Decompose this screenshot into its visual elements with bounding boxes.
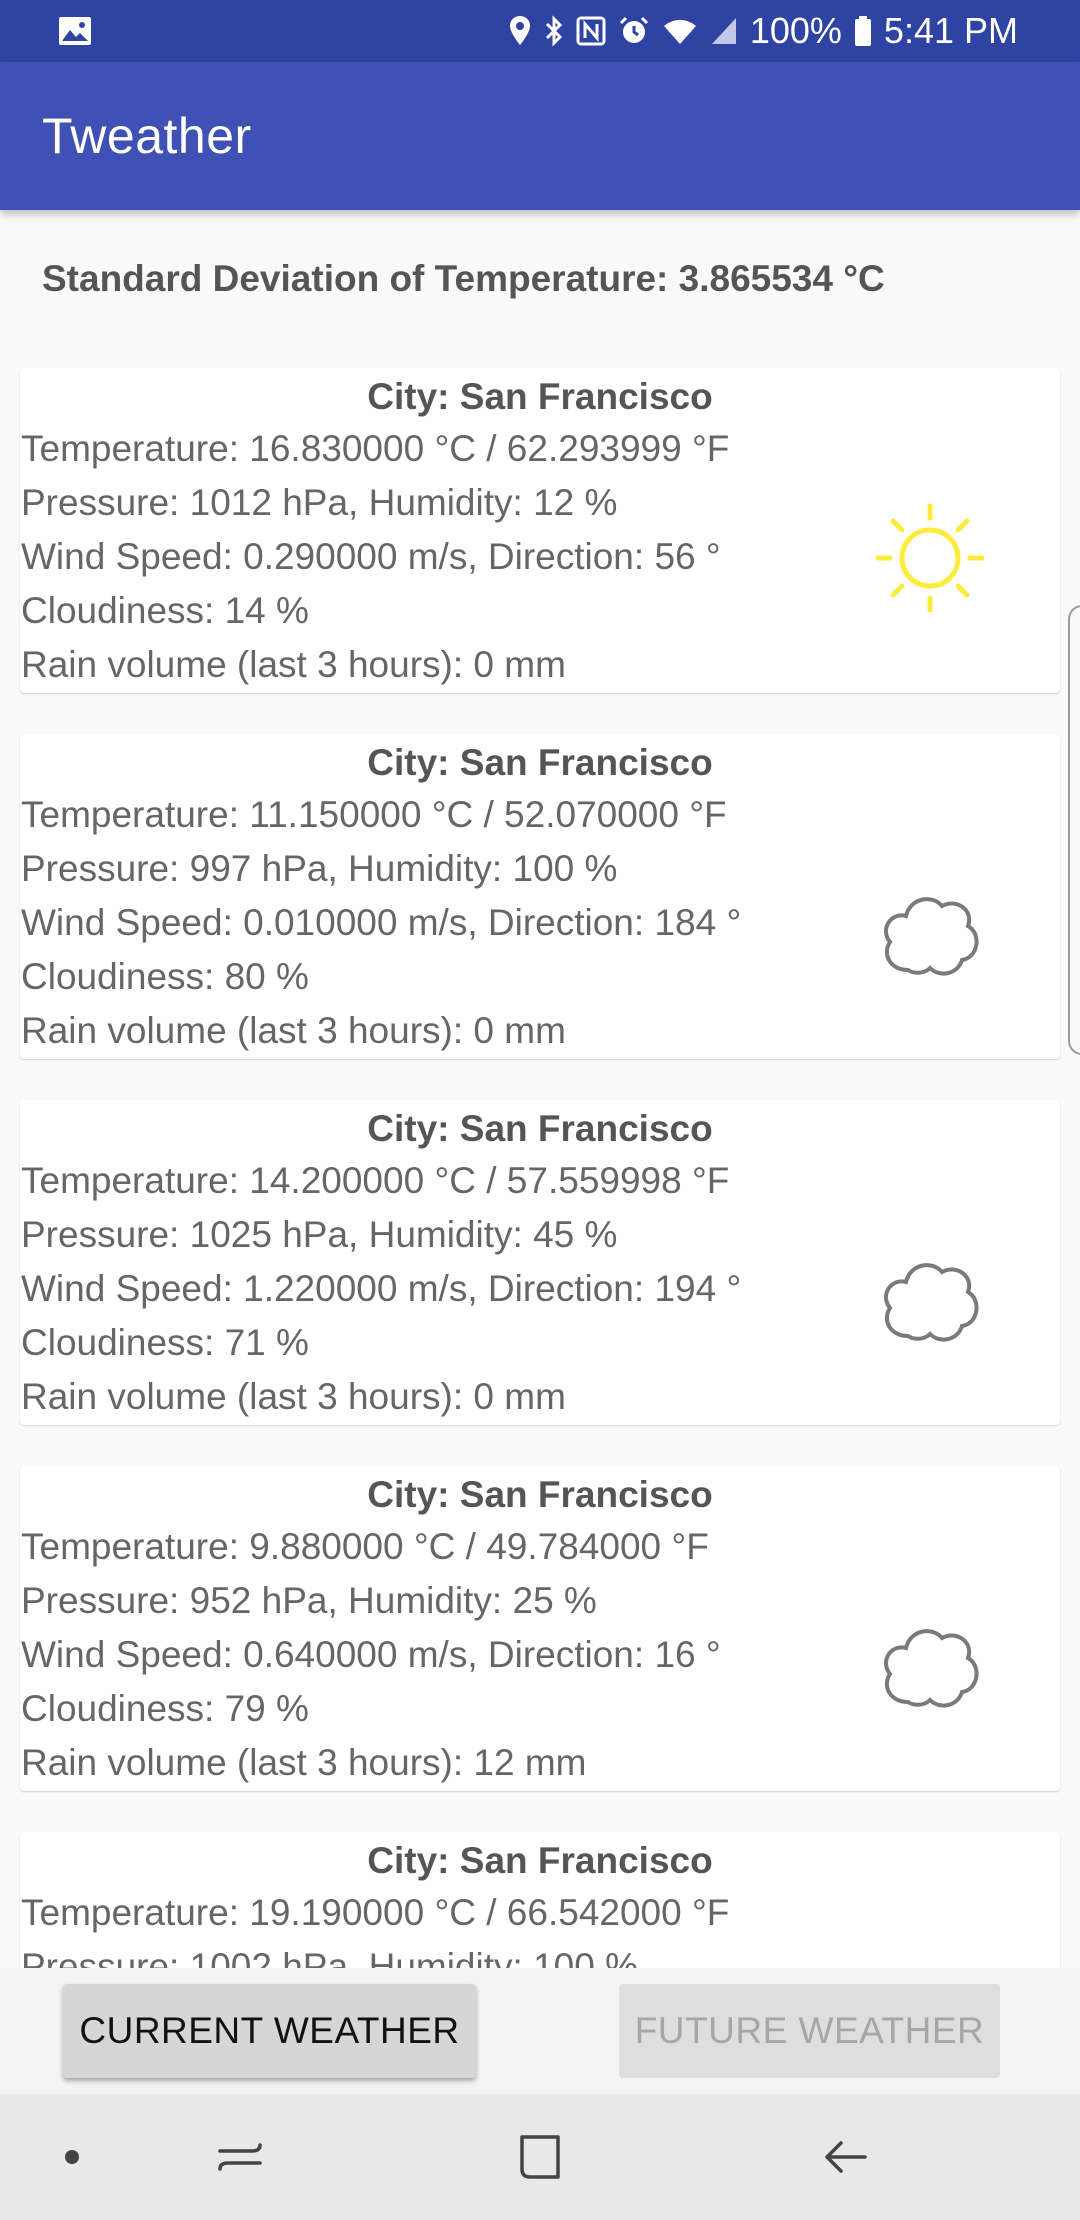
wind-label: Wind Speed: 1.220000 m/s, Direction: 194…: [21, 1268, 742, 1309]
forecast-card: City: San Francisco Temperature: 19.1900…: [20, 1832, 1060, 1968]
city-label: City: San Francisco: [367, 1840, 713, 1881]
rain-label: Rain volume (last 3 hours): 0 mm: [21, 1376, 566, 1417]
temperature-label: Temperature: 14.200000 °C / 57.559998 °F: [21, 1160, 730, 1201]
app-title: Tweather: [42, 108, 252, 164]
wifi-icon: [662, 16, 698, 46]
city-label: City: San Francisco: [367, 1108, 713, 1149]
city-label: City: San Francisco: [367, 376, 713, 417]
pressure-humidity-label: Pressure: 1002 hPa, Humidity: 100 %: [21, 1946, 638, 1968]
back-icon[interactable]: [815, 2127, 875, 2187]
temperature-label: Temperature: 9.880000 °C / 49.784000 °F: [21, 1526, 709, 1567]
temperature-label: Temperature: 16.830000 °C / 62.293999 °F: [21, 428, 730, 469]
cloud-icon: [870, 1606, 990, 1726]
pressure-humidity-label: Pressure: 1025 hPa, Humidity: 45 %: [21, 1214, 618, 1255]
recents-icon[interactable]: [210, 2127, 270, 2187]
forecast-list[interactable]: Standard Deviation of Temperature: 3.865…: [0, 210, 1080, 1968]
rain-label: Rain volume (last 3 hours): 0 mm: [21, 1010, 566, 1051]
pressure-humidity-label: Pressure: 952 hPa, Humidity: 25 %: [21, 1580, 597, 1621]
image-icon: [58, 16, 92, 46]
location-icon: [508, 15, 532, 47]
navigation-bar: [0, 2094, 1080, 2220]
rain-label: Rain volume (last 3 hours): 0 mm: [21, 644, 566, 685]
bluetooth-icon: [544, 15, 564, 47]
city-label: City: San Francisco: [367, 742, 713, 783]
nfc-icon: [576, 16, 606, 46]
forecast-card: City: San Francisco Temperature: 14.2000…: [20, 1100, 1060, 1425]
rain-label: Rain volume (last 3 hours): 12 mm: [21, 1742, 587, 1783]
temperature-label: Temperature: 19.190000 °C / 66.542000 °F: [21, 1892, 730, 1933]
status-bar: 100% 5:41 PM: [0, 0, 1080, 62]
scrollbar[interactable]: [1068, 605, 1080, 1055]
dot-icon[interactable]: [52, 2137, 92, 2177]
future-weather-button[interactable]: FUTURE WEATHER: [619, 1984, 1000, 2078]
home-icon[interactable]: [510, 2127, 570, 2187]
forecast-card: City: San Francisco Temperature: 11.1500…: [20, 734, 1060, 1059]
cloudiness-label: Cloudiness: 79 %: [21, 1688, 309, 1729]
pressure-humidity-label: Pressure: 997 hPa, Humidity: 100 %: [21, 848, 618, 889]
cloud-icon: [870, 874, 990, 994]
cloud-icon: [870, 1240, 990, 1360]
wind-label: Wind Speed: 0.290000 m/s, Direction: 56 …: [21, 536, 721, 577]
std-dev-label: Standard Deviation of Temperature: 3.865…: [42, 258, 885, 299]
city-label: City: San Francisco: [367, 1474, 713, 1515]
forecast-card: City: San Francisco Temperature: 16.8300…: [20, 368, 1060, 693]
battery-percent: 100%: [749, 10, 842, 51]
app-bar: Tweather: [0, 62, 1080, 210]
signal-icon: [710, 16, 738, 46]
clock: 5:41 PM: [883, 10, 1018, 51]
temperature-label: Temperature: 11.150000 °C / 52.070000 °F: [21, 794, 727, 835]
sun-icon: [870, 498, 990, 618]
cloudiness-label: Cloudiness: 80 %: [21, 956, 309, 997]
wind-label: Wind Speed: 0.010000 m/s, Direction: 184…: [21, 902, 742, 943]
pressure-humidity-label: Pressure: 1012 hPa, Humidity: 12 %: [21, 482, 618, 523]
cloudiness-label: Cloudiness: 71 %: [21, 1322, 309, 1363]
current-weather-button[interactable]: CURRENT WEATHER: [63, 1984, 476, 2078]
wind-label: Wind Speed: 0.640000 m/s, Direction: 16 …: [21, 1634, 721, 1675]
forecast-card: City: San Francisco Temperature: 9.88000…: [20, 1466, 1060, 1791]
alarm-icon: [618, 15, 650, 47]
cloudiness-label: Cloudiness: 14 %: [21, 590, 309, 631]
battery-icon: [854, 15, 872, 47]
